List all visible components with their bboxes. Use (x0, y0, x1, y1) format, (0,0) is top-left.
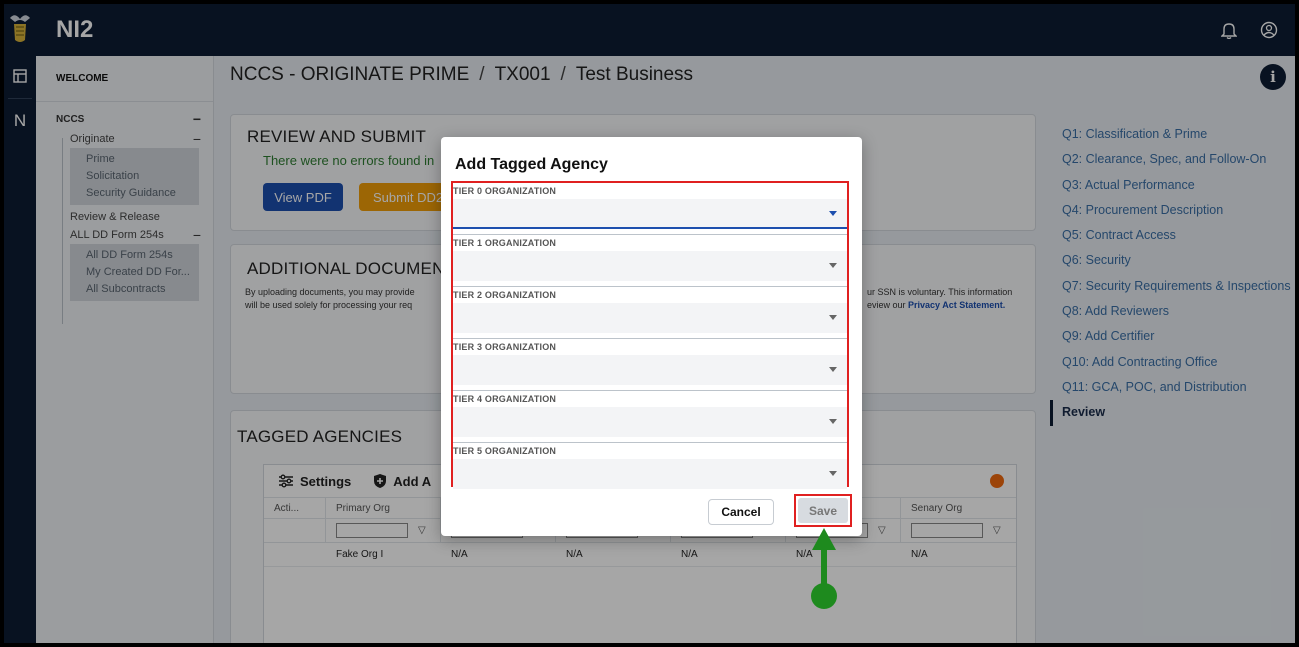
tier-5-label: TIER 5 ORGANIZATION (453, 446, 557, 456)
tier-fields-highlight: TIER 0 ORGANIZATION TIER 1 ORGANIZATION … (451, 181, 849, 489)
tier-2-label: TIER 2 ORGANIZATION (453, 290, 557, 300)
tier-3-field: TIER 3 ORGANIZATION (453, 339, 847, 391)
tier-3-select[interactable] (453, 355, 847, 385)
save-button-highlight: Save (794, 494, 852, 527)
tier-5-field: TIER 5 ORGANIZATION (453, 443, 847, 495)
tier-0-select[interactable] (453, 199, 847, 229)
save-button[interactable]: Save (798, 498, 848, 523)
tier-1-select[interactable] (453, 251, 847, 281)
add-tagged-agency-dialog: Add Tagged Agency TIER 0 ORGANIZATION TI… (441, 137, 862, 536)
tier-2-field: TIER 2 ORGANIZATION (453, 287, 847, 339)
pointer-arrow-icon (811, 528, 837, 609)
tier-4-select[interactable] (453, 407, 847, 437)
chevron-down-icon (829, 367, 837, 372)
tier-5-select[interactable] (453, 459, 847, 489)
tier-1-label: TIER 1 ORGANIZATION (453, 238, 557, 248)
chevron-down-icon (829, 315, 837, 320)
tier-4-label: TIER 4 ORGANIZATION (453, 394, 557, 404)
tier-3-label: TIER 3 ORGANIZATION (453, 342, 557, 352)
tier-2-select[interactable] (453, 303, 847, 333)
chevron-down-icon (829, 211, 837, 216)
app-window: NI2 N WELCOME NCCS − Originate − Prime Sol (4, 4, 1295, 643)
chevron-down-icon (829, 471, 837, 476)
chevron-down-icon (829, 419, 837, 424)
tier-1-field: TIER 1 ORGANIZATION (453, 235, 847, 287)
chevron-down-icon (829, 263, 837, 268)
cancel-button[interactable]: Cancel (708, 499, 774, 525)
tier-0-label: TIER 0 ORGANIZATION (453, 186, 557, 196)
dialog-title: Add Tagged Agency (455, 156, 608, 173)
tier-4-field: TIER 4 ORGANIZATION (453, 391, 847, 443)
tier-0-field: TIER 0 ORGANIZATION (453, 183, 847, 235)
